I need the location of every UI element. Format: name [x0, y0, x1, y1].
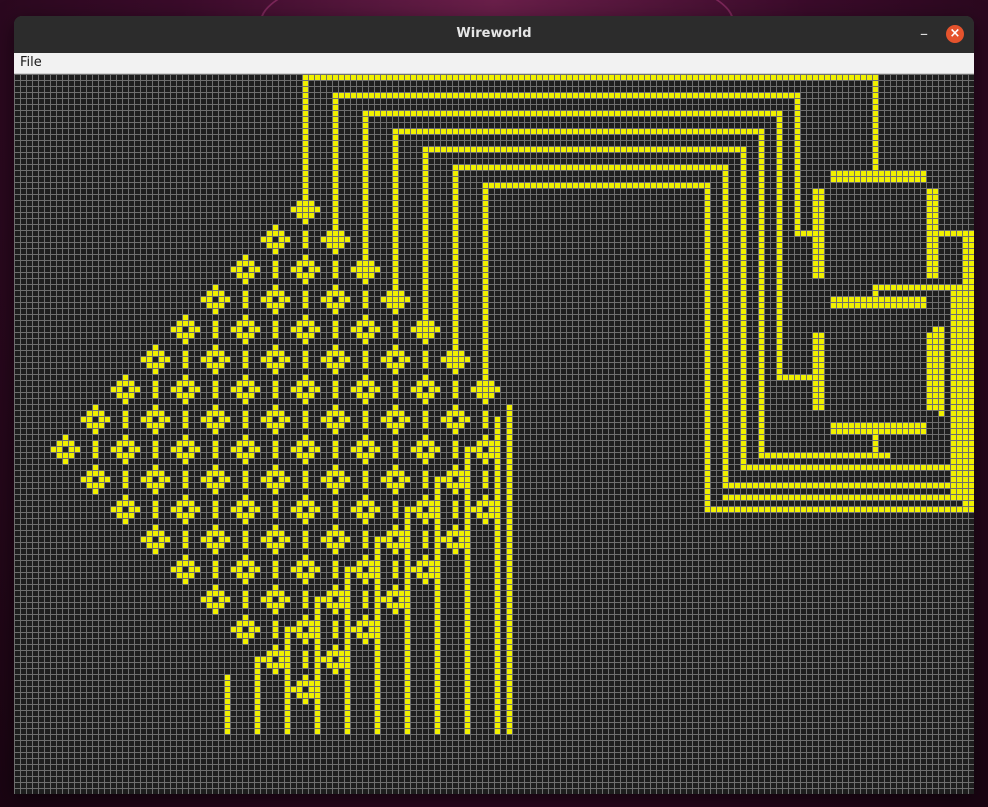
minimize-icon[interactable]: –: [914, 24, 934, 44]
grid-lines: [14, 74, 974, 794]
menu-file[interactable]: File: [20, 55, 42, 70]
window-title: Wireworld: [456, 26, 532, 41]
close-icon[interactable]: ×: [946, 25, 964, 43]
menu-bar: File: [14, 53, 974, 74]
title-bar[interactable]: Wireworld – ×: [14, 16, 974, 54]
app-window: Wireworld – × File: [14, 16, 974, 794]
wireworld-grid[interactable]: [14, 74, 974, 794]
